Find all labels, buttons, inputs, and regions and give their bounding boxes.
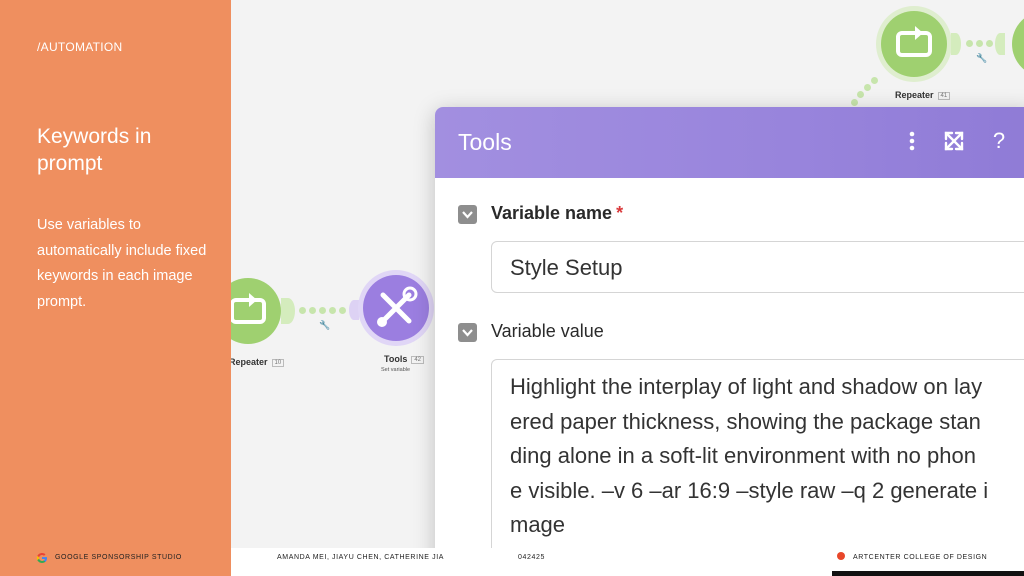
variable-value-textarea[interactable]: Highlight the interplay of light and sha… xyxy=(491,359,1024,548)
collapse-variable-name[interactable] xyxy=(458,205,477,224)
connector-dot xyxy=(871,77,878,84)
variable-name-input[interactable]: Style Setup xyxy=(491,241,1024,293)
connector-dot xyxy=(864,84,871,91)
textarea-line: mage xyxy=(510,512,566,537)
textarea-line: e visible. –v 6 –ar 16:9 –style raw –q 2… xyxy=(510,477,989,503)
college-dot-icon xyxy=(837,552,845,560)
repeater-node-left[interactable] xyxy=(231,278,281,344)
variable-name-label: Variable name * xyxy=(491,203,624,223)
connector-dot xyxy=(339,307,346,314)
repeater-node-top[interactable] xyxy=(881,11,947,77)
section-label: /AUTOMATION xyxy=(37,40,123,54)
tools-dialog: Tools ? Variable name * Style Setup Varia… xyxy=(435,107,1024,548)
scenario-canvas: 🔧 Repeater 10 Tools 42 Set variable 🔧 Repe… xyxy=(231,0,1024,548)
connector-handle xyxy=(995,33,1005,55)
slide-footer: GOOGLE SPONSORSHIP STUDIO AMANDA MEI, JI… xyxy=(0,548,1024,576)
connector-dot xyxy=(299,307,306,314)
footer-date: 042425 xyxy=(518,554,545,561)
more-vertical-icon[interactable] xyxy=(898,127,926,162)
connector-dot xyxy=(329,307,336,314)
footer-bar xyxy=(832,571,1024,576)
collapse-variable-value[interactable] xyxy=(458,323,477,342)
tools-label: Tools 42 xyxy=(384,354,425,364)
expand-icon[interactable] xyxy=(940,127,968,162)
connector-handle xyxy=(951,33,961,55)
footer-college: ARTCENTER COLLEGE OF DESIGN xyxy=(853,554,988,561)
textarea-line: ding alone in a soft-lit environment wit… xyxy=(510,443,976,468)
repeater-top-label: Repeater 41 xyxy=(895,90,951,100)
slide-description: Use variables to automatically include f… xyxy=(37,217,207,310)
footer-studio: GOOGLE SPONSORSHIP STUDIO xyxy=(55,554,182,561)
footer-authors: AMANDA MEI, JIAYU CHEN, CATHERINE JIA xyxy=(277,554,445,561)
variable-value-label: Variable value xyxy=(491,321,604,341)
connector-dot xyxy=(319,307,326,314)
chevron-down-icon xyxy=(462,211,473,219)
slide-title: Keywords in prompt xyxy=(37,125,152,175)
connector-dot xyxy=(986,40,993,47)
link-settings-icon[interactable]: 🔧 xyxy=(976,53,987,64)
wrench-screwdriver-icon xyxy=(377,286,418,327)
connector-dot xyxy=(857,91,864,98)
connector-dot xyxy=(309,307,316,314)
textarea-line: Highlight the interplay of light and sha… xyxy=(510,374,983,399)
required-mark: * xyxy=(616,203,624,223)
tools-node[interactable] xyxy=(363,275,429,341)
link-settings-icon[interactable]: 🔧 xyxy=(319,320,330,331)
next-node[interactable] xyxy=(1012,11,1024,77)
footer-left: GOOGLE SPONSORSHIP STUDIO xyxy=(0,548,231,576)
sidebar-panel: /AUTOMATION Keywords in prompt Use varia… xyxy=(0,0,231,576)
chevron-down-icon xyxy=(462,329,473,337)
repeat-icon xyxy=(231,293,266,324)
connector-dot xyxy=(851,99,858,106)
dialog-header: Tools ? xyxy=(435,107,1024,178)
connector-dot xyxy=(966,40,973,47)
google-logo-icon xyxy=(36,553,47,563)
help-icon[interactable]: ? xyxy=(985,127,1013,155)
connector-handle xyxy=(281,298,295,324)
repeater-left-label: Repeater 10 xyxy=(231,357,285,367)
textarea-line: ered paper thickness, showing the packag… xyxy=(510,408,981,434)
dialog-title: Tools xyxy=(458,129,512,155)
tools-sublabel: Set variable xyxy=(381,367,411,373)
repeat-icon xyxy=(896,26,932,57)
connector-dot xyxy=(976,40,983,47)
